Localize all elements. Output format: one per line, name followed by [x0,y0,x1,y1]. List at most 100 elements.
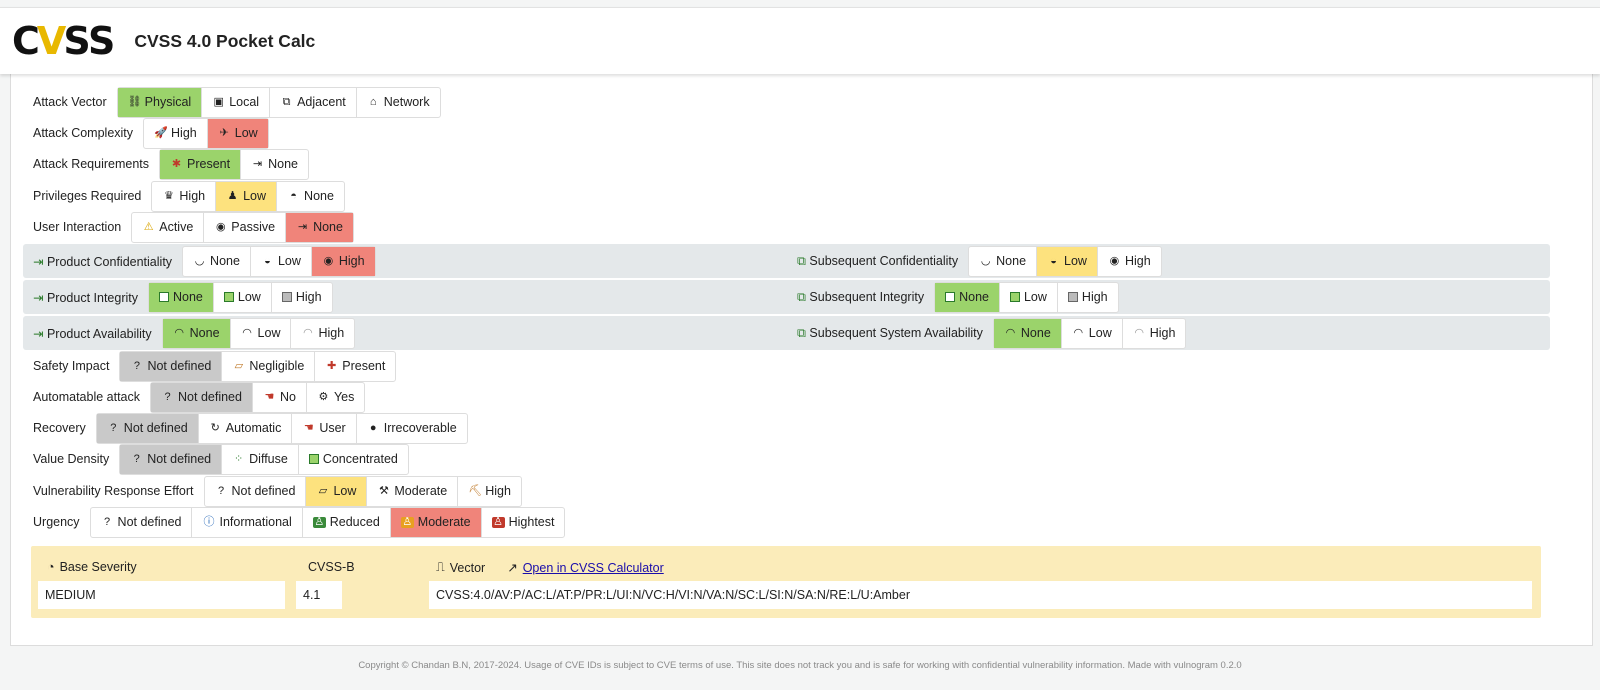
subsequent-availability-none[interactable]: ◠ None [993,318,1062,348]
product-integrity-high[interactable]: High [272,283,332,312]
user-interaction-active[interactable]: ⚠ Active [132,212,205,242]
urgency-informational[interactable]: ⓘ Informational [192,507,303,537]
urgency-reduced[interactable]: ♙ Reduced [303,507,391,537]
present-icon: ✱ [171,157,182,170]
attack-requirements-present[interactable]: ✱ Present [160,149,242,179]
cvss-logo: C V SS [12,19,115,63]
response-effort-low[interactable]: ▱ Low [306,476,368,506]
base-severity-value: MEDIUM [38,581,285,609]
safety-impact-negligible[interactable]: ▱ Negligible [222,351,316,381]
response-effort-not-defined[interactable]: ? Not defined [205,476,307,506]
response-effort-group: ? Not defined ▱ Low ⚒ Moderate ⛏ High [203,475,522,507]
product-availability-low[interactable]: ◠ Low [231,318,292,348]
wifi-full-icon: ◠ [174,326,184,339]
product-confidentiality-none[interactable]: ◡ None [183,246,251,276]
urgency-hightest[interactable]: ♙ Hightest [482,508,565,537]
enter-box-icon: ⇥ [33,254,44,269]
urgency-moderate[interactable]: ♙ Moderate [390,507,482,537]
wifi-low-icon: ◠ [1134,326,1145,339]
attack-vector-network[interactable]: ⌂ Network [357,88,440,117]
subsequent-integrity-low[interactable]: Low [1000,282,1058,312]
refresh-icon: ↻ [210,421,220,434]
app-title: CVSS 4.0 Pocket Calc [134,30,316,51]
open-in-cvss-calculator-link[interactable]: Open in CVSS Calculator [523,561,664,575]
vector-heading: ⎍ Vector ↗ Open in CVSS Calculator [436,560,664,575]
response-effort-high[interactable]: ⛏ High [458,477,521,506]
privileges-required-group: ♛ High ♟ Low ◓ None [151,180,345,212]
sprinting-icon: ♙ [491,515,505,528]
gauge-icon: ◔ [47,560,55,574]
row-urgency: Urgency ? Not defined ⓘ Informational ♙ Red… [33,506,566,538]
recovery-label: Recovery [33,421,86,435]
subsequent-integrity-group: None Low High [934,281,1119,313]
attack-vector-local[interactable]: ▣ Local [202,87,271,117]
attack-complexity-high[interactable]: 🚀 High [144,118,208,148]
privileges-required-label: Privileges Required [33,189,142,203]
app-header: C V SS CVSS 4.0 Pocket Calc [0,7,1600,74]
info-icon: ⓘ [203,515,215,528]
crown-icon: ♛ [163,189,174,202]
product-confidentiality-group: ◡ None ◒ Low ◉ High [182,245,376,277]
wifi-low-icon: ◠ [303,326,313,339]
cvss-b-score-value: 4.1 [296,581,342,609]
row-value-density: Value Density ? Not defined ⁘ Diffuse Conc… [33,443,409,475]
subsequent-confidentiality-none[interactable]: ◡ None [969,246,1038,276]
eye-icon: ◉ [215,220,226,233]
recovery-automatic[interactable]: ↻ Automatic [199,413,293,443]
gear-icon: ⚙ [318,390,329,403]
question-icon: ? [133,452,140,465]
privileges-required-none[interactable]: ◓ None [277,182,344,211]
privileges-required-high[interactable]: ♛ High [152,181,217,211]
user-interaction-none[interactable]: ⇥ None [286,212,353,242]
value-density-concentrated[interactable]: Concentrated [299,445,408,474]
row-product-integrity: ⇥ Product Integrity None Low High [33,281,333,313]
privileges-required-low[interactable]: ♟ Low [216,181,278,211]
user-icon: ♟ [227,189,238,202]
product-confidentiality-high[interactable]: ◉ High [311,246,375,276]
row-subsequent-availability: ⧉ Subsequent System Availability ◠ None ◠… [797,317,1187,349]
attack-requirements-none[interactable]: ⇥ None [241,150,308,179]
product-confidentiality-low[interactable]: ◒ Low [251,246,312,276]
walking-icon: ♙ [312,515,326,528]
automatable-not-defined[interactable]: ? Not defined [151,382,253,412]
enter-box-icon: ⇥ [33,326,44,341]
attack-vector-physical[interactable]: ⛓ Physical [117,87,203,117]
subsequent-availability-high[interactable]: ◠ High [1123,319,1186,348]
subsequent-confidentiality-high[interactable]: ◉ High [1098,247,1161,276]
band-availability: ⇥ Product Availability ◠ None ◠ Low ◠ High … [23,316,1550,350]
attack-vector-label: Attack Vector [33,95,107,109]
bomb-icon: ● [369,421,377,434]
subsequent-confidentiality-low[interactable]: ◒ Low [1037,246,1098,276]
product-integrity-none[interactable]: None [148,282,214,312]
user-interaction-passive[interactable]: ◉ Passive [204,212,287,242]
value-density-diffuse[interactable]: ⁘ Diffuse [222,444,299,474]
subsequent-availability-low[interactable]: ◠ Low [1062,318,1123,348]
recovery-user[interactable]: ☚ User [292,413,357,443]
adjacent-icon: ⧉ [282,95,291,108]
safety-impact-not-defined[interactable]: ? Not defined [120,351,223,381]
recovery-irrecoverable[interactable]: ● Irrecoverable [357,414,467,443]
subsequent-integrity-none[interactable]: None [935,282,1000,312]
automatable-yes[interactable]: ⚙ Yes [307,383,364,412]
value-density-not-defined[interactable]: ? Not defined [120,444,223,474]
product-integrity-low[interactable]: Low [214,282,272,312]
external-link-icon: ↗ [507,561,518,575]
attack-complexity-low[interactable]: ✈ Low [207,118,268,148]
product-availability-high[interactable]: ◠ High [291,319,354,348]
recovery-not-defined[interactable]: ? Not defined [96,413,199,443]
wifi-medium-icon: ◠ [242,326,252,339]
attack-vector-adjacent[interactable]: ⧉ Adjacent [270,87,357,117]
product-availability-none[interactable]: ◠ None [162,318,231,348]
response-effort-moderate[interactable]: ⚒ Moderate [367,476,459,506]
urgency-not-defined[interactable]: ? Not defined [91,507,193,537]
concentrated-icon [308,454,319,464]
safety-impact-present[interactable]: ✚ Present [315,352,395,381]
eye-closed-icon: ◡ [194,254,205,267]
logo-v-pen: V [36,19,66,63]
automatable-no[interactable]: ☚ No [253,382,307,412]
subsequent-integrity-high[interactable]: High [1058,283,1118,312]
value-density-label: Value Density [33,452,110,466]
square-half-icon [1009,292,1020,302]
footer-copyright: Copyright © Chandan B.N, 2017-2024. Usag… [358,660,1242,671]
construction-icon: ⛏ [468,484,483,497]
